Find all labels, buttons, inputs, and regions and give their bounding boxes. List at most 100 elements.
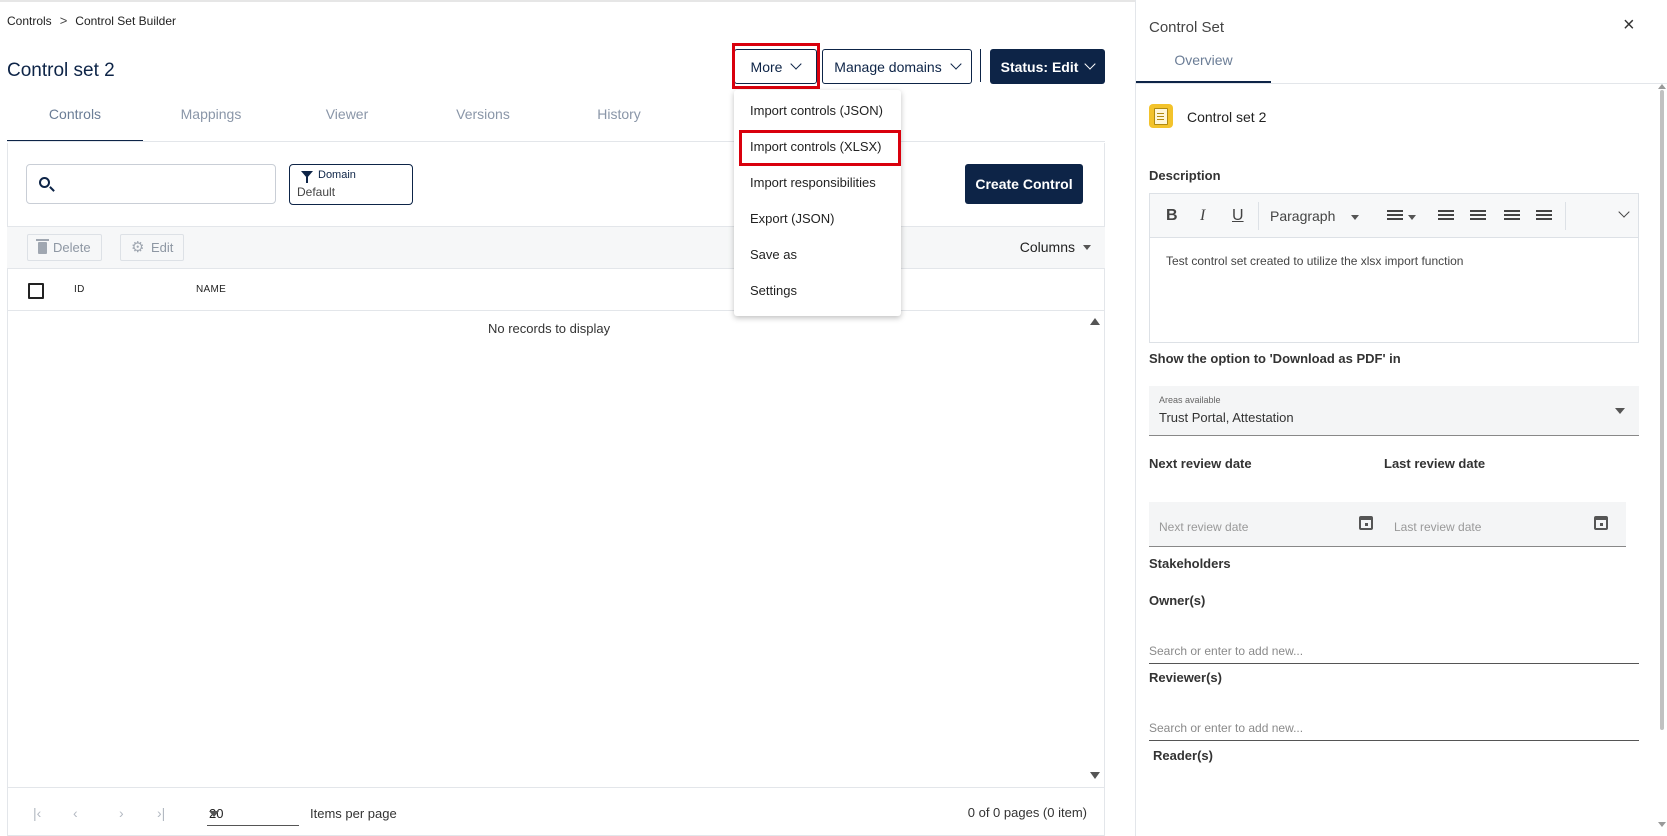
prev-page-icon[interactable]: ‹	[73, 805, 78, 821]
page-title: Control set 2	[7, 60, 115, 81]
header-divider	[980, 49, 981, 82]
chevron-down-icon	[1084, 58, 1097, 70]
calendar-icon[interactable]	[1359, 516, 1373, 530]
owners-input-field[interactable]	[1149, 640, 1639, 664]
main-area: Controls > Control Set Builder Control s…	[0, 0, 1135, 836]
menu-item-import-json[interactable]: Import controls (JSON)	[750, 103, 883, 118]
numbered-list-icon[interactable]	[1438, 210, 1454, 212]
menu-item-export-json[interactable]: Export (JSON)	[750, 211, 835, 226]
toolbar-separator	[1565, 202, 1566, 230]
first-page-icon[interactable]: |‹	[33, 805, 41, 821]
scroll-down-icon[interactable]	[1090, 772, 1100, 779]
editor-toolbar: B I U Paragraph	[1150, 194, 1638, 238]
grid-toolbar: Delete ⚙ Edit Columns	[7, 226, 1105, 269]
search-input[interactable]	[61, 173, 261, 195]
chevron-down-icon	[950, 58, 962, 70]
create-control-button[interactable]: Create Control	[965, 164, 1083, 204]
panel-title: Control Set	[1149, 19, 1225, 36]
gear-icon: ⚙	[131, 238, 145, 256]
calendar-icon[interactable]	[1594, 516, 1608, 530]
chevron-down-icon	[790, 58, 803, 70]
tab-overview[interactable]: Overview	[1136, 52, 1271, 83]
edit-button[interactable]: ⚙ Edit	[120, 234, 185, 261]
last-review-date-input[interactable]	[1394, 520, 1574, 534]
menu-item-save-as[interactable]: Save as	[750, 247, 797, 262]
tab-mappings[interactable]: Mappings	[143, 100, 279, 142]
menu-item-import-xlsx[interactable]: Import controls (XLSX)	[750, 139, 882, 154]
more-dropdown-menu: Import controls (JSON) Import controls (…	[734, 90, 901, 316]
delete-button[interactable]: Delete	[27, 234, 102, 261]
outdent-icon[interactable]	[1504, 210, 1520, 212]
tabs-divider	[7, 141, 1105, 142]
more-button-label: More	[750, 58, 783, 75]
breadcrumb: Controls > Control Set Builder	[7, 13, 176, 28]
tab-versions[interactable]: Versions	[415, 100, 551, 142]
table-header: ID NAME	[7, 270, 1105, 311]
bold-icon[interactable]: B	[1166, 207, 1178, 225]
close-icon[interactable]: ×	[1623, 14, 1635, 37]
menu-item-settings[interactable]: Settings	[750, 283, 797, 298]
pdf-option-label: Show the option to 'Download as PDF' in	[1149, 351, 1401, 366]
breadcrumb-root[interactable]: Controls	[7, 14, 52, 28]
delete-label: Delete	[53, 240, 91, 255]
owners-input[interactable]	[1149, 644, 1629, 658]
description-editor[interactable]: B I U Paragraph Test control set created…	[1149, 193, 1639, 343]
domain-filter-value: Default	[297, 185, 336, 199]
bulleted-list-icon[interactable]	[1470, 210, 1486, 212]
description-label: Description	[1149, 168, 1221, 183]
column-header-name[interactable]: NAME	[196, 284, 226, 295]
select-all-checkbox[interactable]	[28, 283, 44, 299]
column-header-id[interactable]: ID	[74, 284, 85, 295]
page-info: 0 of 0 pages (0 item)	[967, 805, 1087, 820]
filter-icon	[301, 171, 313, 183]
stakeholders-label: Stakeholders	[1149, 556, 1231, 571]
caret-down-icon	[1351, 215, 1359, 220]
panel-scroll-down-icon[interactable]	[1658, 822, 1666, 827]
areas-available-label: Areas available	[1159, 395, 1221, 405]
caret-down-icon	[1083, 244, 1091, 250]
menu-item-import-responsibilities[interactable]: Import responsibilities	[750, 175, 876, 190]
manage-domains-button[interactable]: Manage domains	[822, 49, 972, 84]
caret-down-icon	[1408, 215, 1416, 220]
trash-icon	[36, 238, 49, 254]
indent-icon[interactable]	[1536, 210, 1552, 212]
items-per-page-label: Items per page	[310, 806, 397, 821]
next-review-date-field[interactable]	[1149, 502, 1391, 547]
panel-scrollbar[interactable]	[1660, 90, 1664, 730]
description-text[interactable]: Test control set created to utilize the …	[1166, 254, 1463, 268]
search-box[interactable]	[26, 164, 276, 204]
scroll-up-icon[interactable]	[1090, 318, 1100, 325]
search-icon	[39, 177, 50, 188]
caret-down-icon	[209, 811, 219, 817]
panel-scroll-up-icon[interactable]	[1658, 84, 1666, 89]
paragraph-format-label: Paragraph	[1270, 208, 1336, 224]
domain-filter-button[interactable]: Domain Default	[289, 164, 413, 205]
tab-history[interactable]: History	[551, 100, 687, 142]
areas-available-select[interactable]: Areas available Trust Portal, Attestatio…	[1149, 386, 1639, 436]
last-review-date-field[interactable]	[1384, 502, 1626, 547]
status-button-label: Status: Edit	[1000, 58, 1079, 75]
underline-icon[interactable]: U	[1232, 207, 1244, 225]
columns-label: Columns	[1019, 239, 1075, 255]
reviewers-input-field[interactable]	[1149, 717, 1639, 741]
tab-controls[interactable]: Controls	[7, 100, 143, 142]
next-page-icon[interactable]: ›	[119, 805, 124, 821]
main-tabs: Controls Mappings Viewer Versions Histor…	[7, 100, 687, 142]
more-button[interactable]: More	[734, 49, 817, 84]
status-button[interactable]: Status: Edit	[990, 49, 1105, 84]
areas-available-value: Trust Portal, Attestation	[1159, 410, 1294, 425]
last-page-icon[interactable]: ›|	[157, 805, 165, 821]
next-review-label: Next review date	[1149, 456, 1252, 471]
manage-domains-label: Manage domains	[834, 58, 942, 75]
next-review-date-input[interactable]	[1159, 520, 1339, 534]
empty-message: No records to display	[488, 321, 611, 336]
italic-icon[interactable]: I	[1200, 207, 1205, 225]
columns-button[interactable]: Columns	[1020, 239, 1091, 255]
align-left-icon[interactable]	[1387, 210, 1403, 212]
page-size-select[interactable]: 20	[207, 798, 299, 826]
chevron-down-icon[interactable]	[1618, 206, 1630, 218]
tab-viewer[interactable]: Viewer	[279, 100, 415, 142]
paragraph-format-select[interactable]: Paragraph	[1270, 208, 1335, 224]
reviewers-input[interactable]	[1149, 721, 1629, 735]
pagination-bar: |‹ ‹ › ›| 20 Items per page 0 of 0 pages…	[7, 787, 1105, 836]
